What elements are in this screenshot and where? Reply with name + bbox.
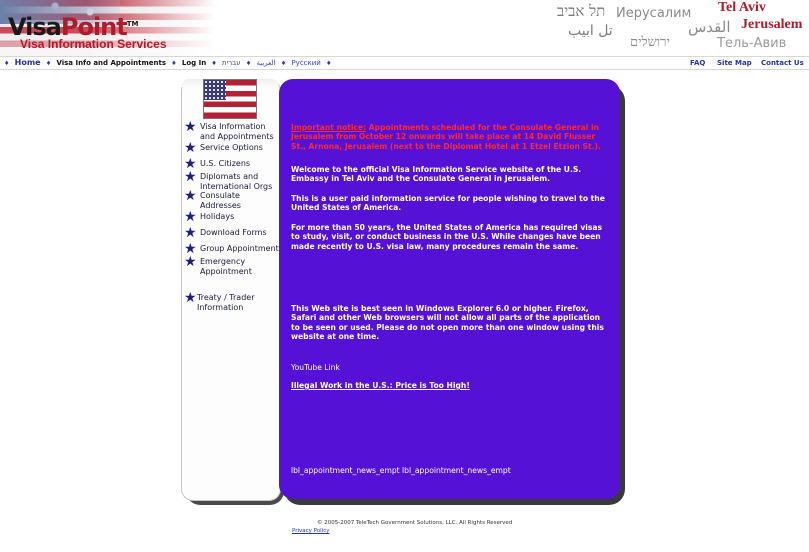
city-jerusalem-hebrew: ירושלים [630,35,670,50]
nav-separator-icon: ♦ [171,60,177,67]
city-jerusalem-russian: Иерусалим [616,6,692,21]
star-icon: ★ [184,156,197,172]
city-telaviv-hebrew: תל אביב [557,2,606,20]
site-header: VisaPointTM Visa Information Services תל… [0,0,809,56]
important-notice: Important notice: Appointments scheduled… [291,123,601,151]
nav-separator-icon: ♦ [45,60,52,67]
paid-service-text: This is a user paid information service … [291,194,605,213]
sidebar-item-us-citizens[interactable]: ★ U.S. Citizens [184,156,250,172]
nav-sitemap-link[interactable]: Site Map [717,57,752,69]
nav-separator-icon: ♦ [211,60,217,67]
city-telaviv-russian: Тель-Авив [717,36,787,51]
city-telaviv-arabic: تل ابيب [568,23,613,39]
sidebar-item-group-appointment[interactable]: ★ Group Appointment [184,241,279,257]
nav-left: ♦ Home ♦ Visa Info and Appointments ♦ Lo… [4,57,334,70]
sidebar-item-download-forms[interactable]: ★ Download Forms [184,225,267,241]
nav-visa-info-link[interactable]: Visa Info and Appointments [56,59,166,67]
star-icon: ★ [184,254,197,270]
copyright-text: © 2005-2007 TeleTech Government Solution… [317,520,513,526]
nav-contact-link[interactable]: Contact Us [761,57,804,69]
sidebar-item-diplomats[interactable]: ★ Diplomats and International Orgs [184,169,272,192]
nav-separator-icon: ♦ [280,60,287,67]
city-jerusalem-arabic: القدس [688,18,731,36]
nav-home-link[interactable]: Home [15,58,41,67]
privacy-policy-link[interactable]: Privacy Policy [292,528,329,534]
us-flag-image [203,79,257,119]
top-navigation: ♦ Home ♦ Visa Info and Appointments ♦ Lo… [0,56,809,70]
nav-separator-icon: ♦ [326,60,332,67]
star-icon: ★ [184,169,197,185]
nav-lang-hebrew[interactable]: עברית [222,59,241,67]
sidebar-item-service-options[interactable]: ★ Service Options [184,140,263,156]
star-icon: ★ [184,140,197,156]
star-icon: ★ [184,241,197,257]
browser-notice-text: This Web site is best seen in Windows Ex… [291,304,604,342]
sidebar-item-emergency-appointment[interactable]: ★ Emergency Appointment [184,254,252,277]
star-icon: ★ [184,188,197,204]
nav-login-link[interactable]: Log In [182,59,206,67]
nav-faq-link[interactable]: FAQ [690,57,705,69]
logo-subtitle: Visa Information Services [20,37,167,51]
city-telaviv-english: Tel Aviv [718,0,766,15]
nav-lang-russian[interactable]: Русский [291,59,320,67]
city-jerusalem-english: Jerusalem [741,17,803,32]
star-icon: ★ [184,225,197,241]
sidebar-item-visa-info[interactable]: ★ Visa Information and Appointments [184,119,274,142]
star-icon: ★ [184,119,197,135]
history-text: For more than 50 years, the United State… [291,223,603,251]
nav-lang-arabic[interactable]: العربية [256,59,275,67]
sidebar-item-consulate-addresses[interactable]: ★ Consulate Addresses [184,188,241,211]
youtube-video-link[interactable]: Illegal Work in the U.S.: Price is Too H… [291,381,606,390]
welcome-text: Welcome to the official Visa Information… [291,165,582,184]
nav-separator-icon: ♦ [4,60,10,67]
star-icon: ★ [184,209,197,225]
sidebar-item-holidays[interactable]: ★ Holidays [184,209,234,225]
appointment-news-label: lbl_appointment_news_empt lbl_appointmen… [291,466,511,475]
sidebar-item-treaty-trader[interactable]: ★Treaty / Trader Information [184,290,255,313]
star-icon: ★ [184,290,197,306]
nav-separator-icon: ♦ [245,60,252,67]
youtube-label: YouTube Link [291,363,340,372]
